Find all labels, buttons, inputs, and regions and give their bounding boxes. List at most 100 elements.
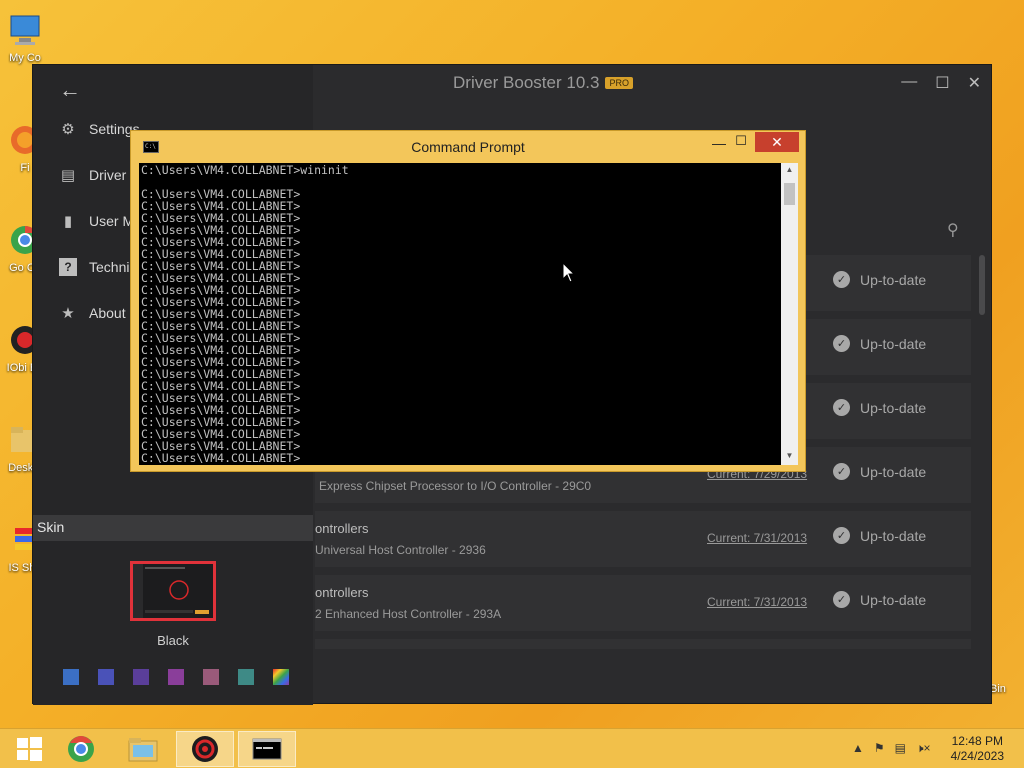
- taskbar: ▲ ⚑ ▤ 🕨× 12:48 PM 4/24/2023: [0, 728, 1024, 768]
- app-title: Driver Booster 10.3 PRO: [453, 73, 633, 93]
- skin-selected-label: Black: [157, 633, 189, 648]
- driver-current-link[interactable]: Current: 7/31/2013: [707, 595, 807, 609]
- cmd-console-output[interactable]: C:\Users\VM4.COLLABNET>wininit C:\Users\…: [139, 163, 781, 465]
- chrome-icon: [68, 736, 94, 762]
- windows-logo-icon: [17, 737, 42, 761]
- scroll-up-icon[interactable]: ▲: [781, 165, 798, 174]
- window-controls: — ☐ ✕: [901, 73, 981, 93]
- driver-name: Express Chipset Processor to I/O Control…: [319, 479, 592, 493]
- skin-swatch-3[interactable]: [133, 669, 149, 685]
- driver-name: Universal Host Controller - 2936: [315, 543, 486, 557]
- start-button[interactable]: [0, 731, 58, 767]
- driver-row[interactable]: ontrollers Universal Host Controller - 2…: [315, 511, 971, 567]
- minimize-button[interactable]: —: [901, 73, 917, 93]
- list-scrollbar[interactable]: [979, 255, 985, 315]
- skin-swatch-4[interactable]: [168, 669, 184, 685]
- cmd-minimize-button[interactable]: —: [707, 135, 731, 155]
- console-line: C:\Users\VM4.COLLABNET>: [141, 464, 779, 465]
- menu-item-settings[interactable]: ⚙ Settings: [59, 117, 139, 141]
- clock-time: 12:48 PM: [951, 734, 1003, 748]
- clock[interactable]: 12:48 PM 4/24/2023: [951, 734, 1004, 764]
- check-circle-icon: ✓: [833, 271, 850, 288]
- menu-item-label: Techni: [89, 259, 130, 275]
- driver-current-link[interactable]: Current: 7/31/2013: [707, 531, 807, 545]
- system-tray: ▲ ⚑ ▤ 🕨×: [852, 741, 931, 756]
- driver-status: ✓ Up-to-date: [833, 335, 926, 352]
- check-circle-icon: ✓: [833, 335, 850, 352]
- network-icon[interactable]: ▤: [895, 741, 906, 756]
- cmd-maximize-button[interactable]: ☐: [729, 133, 753, 153]
- driver-category: ontrollers: [315, 585, 369, 600]
- computer-icon: [5, 10, 45, 50]
- mouse-cursor-icon: [562, 262, 576, 283]
- menu-item-label: User M: [89, 213, 135, 229]
- status-text: Up-to-date: [860, 335, 927, 352]
- taskbar-chrome[interactable]: [52, 731, 110, 767]
- maximize-button[interactable]: ☐: [935, 73, 949, 93]
- volume-muted-icon[interactable]: 🕨×: [916, 741, 931, 756]
- search-icon[interactable]: ⚲: [947, 220, 959, 240]
- menu-item-technical-support[interactable]: ? Techni: [59, 255, 129, 279]
- star-icon: ★: [61, 305, 75, 322]
- console-line: C:\Users\VM4.COLLABNET>wininit: [141, 163, 349, 177]
- driver-status: ✓ Up-to-date: [833, 463, 926, 480]
- driver-name: 2 Enhanced Host Controller - 293A: [315, 607, 502, 621]
- skin-swatch-6[interactable]: [238, 669, 254, 685]
- folder-icon: [128, 738, 158, 762]
- check-circle-icon: ✓: [833, 399, 850, 416]
- arrow-left-icon[interactable]: ←: [59, 77, 81, 103]
- check-circle-icon: ✓: [833, 591, 850, 608]
- menu-item-driver[interactable]: ▤ Driver: [59, 163, 126, 187]
- driver-status: ✓ Up-to-date: [833, 399, 926, 416]
- status-text: Up-to-date: [860, 591, 927, 608]
- status-text: Up-to-date: [860, 463, 927, 480]
- command-prompt-window: C:\ Command Prompt — ☐ ✕ C:\Users\VM4.CO…: [130, 130, 806, 472]
- driver-row[interactable]: ontrollers 2 Enhanced Host Controller - …: [315, 575, 971, 631]
- book-icon: ▮: [63, 213, 73, 230]
- cmd-close-button[interactable]: ✕: [755, 132, 799, 152]
- question-icon: ?: [59, 258, 77, 276]
- cmd-scrollbar[interactable]: ▲ ▼: [781, 163, 798, 465]
- taskbar-command-prompt[interactable]: [238, 731, 296, 767]
- app-title-text: Driver Booster 10.3: [453, 73, 600, 92]
- driver-category: ontrollers: [315, 521, 369, 536]
- pro-badge: PRO: [605, 77, 633, 89]
- document-icon: ▤: [60, 167, 76, 184]
- skin-swatch-5[interactable]: [203, 669, 219, 685]
- skin-section-header: Skin: [33, 515, 313, 541]
- status-text: Up-to-date: [860, 271, 927, 288]
- desktop-icon-label: Fi: [20, 162, 30, 174]
- scroll-thumb[interactable]: [784, 183, 795, 205]
- cmd-title: Command Prompt: [411, 139, 525, 155]
- scroll-down-icon[interactable]: ▼: [781, 451, 798, 460]
- driver-status: ✓ Up-to-date: [833, 271, 926, 288]
- driver-status: ✓ Up-to-date: [833, 591, 926, 608]
- skin-swatch-1[interactable]: [63, 669, 79, 685]
- gear-icon: ⚙: [61, 121, 75, 138]
- skin-swatch-rainbow[interactable]: [273, 669, 289, 685]
- cmd-icon: [252, 738, 282, 760]
- driver-status: ✓ Up-to-date: [833, 527, 926, 544]
- menu-item-about[interactable]: ★ About: [59, 301, 126, 325]
- check-circle-icon: ✓: [833, 463, 850, 480]
- status-text: Up-to-date: [860, 527, 927, 544]
- status-text: Up-to-date: [860, 399, 927, 416]
- driver-row[interactable]: [315, 639, 971, 649]
- menu-item-label: About: [89, 305, 126, 321]
- clock-date: 4/24/2023: [950, 749, 1004, 763]
- skin-preview-black[interactable]: [130, 561, 216, 621]
- action-center-flag-icon[interactable]: ⚑: [874, 741, 885, 756]
- driver-booster-icon: [192, 736, 218, 762]
- close-button[interactable]: ✕: [968, 73, 981, 93]
- taskbar-file-explorer[interactable]: [114, 731, 172, 767]
- menu-item-label: Driver: [89, 167, 127, 183]
- menu-item-user-manual[interactable]: ▮ User M: [59, 209, 134, 233]
- recycle-bin-label[interactable]: Bin: [990, 683, 1006, 695]
- desktop-icon-label: My Co: [9, 52, 41, 64]
- taskbar-driver-booster[interactable]: [176, 731, 234, 767]
- skin-swatch-2[interactable]: [98, 669, 114, 685]
- check-circle-icon: ✓: [833, 527, 850, 544]
- show-hidden-icons-button[interactable]: ▲: [852, 741, 864, 756]
- skin-preview-image: [133, 564, 213, 618]
- desktop-icon-my-computer[interactable]: My Co: [2, 10, 48, 64]
